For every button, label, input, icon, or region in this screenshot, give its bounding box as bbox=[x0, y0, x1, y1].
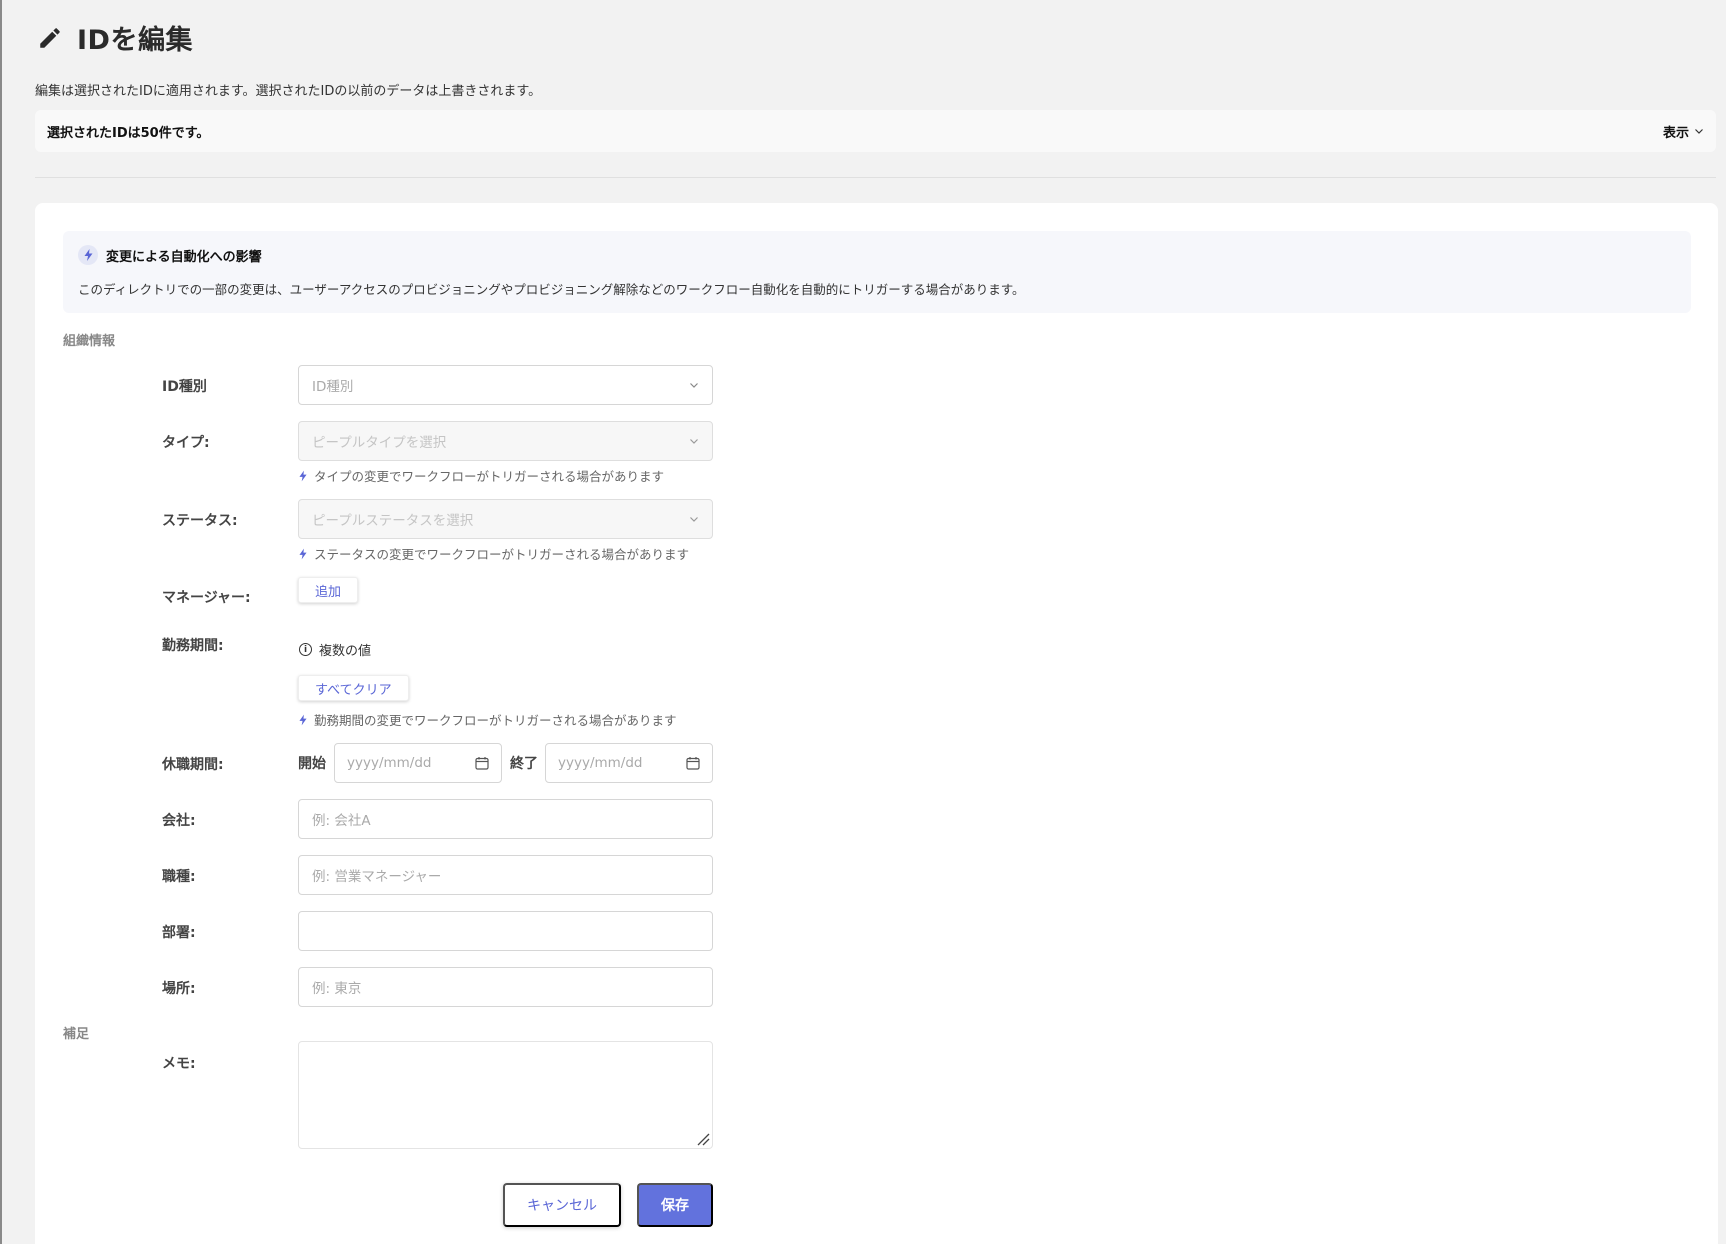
memo-label: メモ: bbox=[162, 1056, 196, 1072]
job-title-placeholder: 例: 営業マネージャー bbox=[312, 869, 442, 885]
leave-end-placeholder: yyyy/mm/dd bbox=[558, 755, 643, 771]
id-type-label: ID種別 bbox=[162, 379, 207, 395]
chevron-down-icon bbox=[690, 517, 698, 522]
leave-start-label: 開始 bbox=[298, 756, 326, 772]
calendar-icon[interactable] bbox=[475, 756, 489, 770]
clear-all-button[interactable]: すべてクリア bbox=[298, 675, 409, 701]
cancel-button[interactable]: キャンセル bbox=[503, 1183, 621, 1227]
job-title-input[interactable]: 例: 営業マネージャー bbox=[298, 855, 713, 895]
location-input[interactable]: 例: 東京 bbox=[298, 967, 713, 1007]
notice-title: 変更による自動化への影響 bbox=[106, 249, 262, 265]
status-placeholder: ピープルステータスを選択 bbox=[312, 513, 474, 529]
bolt-icon bbox=[78, 245, 98, 265]
divider bbox=[35, 177, 1716, 178]
employment-multiple-values: i 複数の値 bbox=[299, 640, 371, 659]
notice-body: このディレクトリでの一部の変更は、ユーザーアクセスのプロビジョニングやプロビジョ… bbox=[78, 282, 1025, 297]
status-hint-text: ステータスの変更でワークフローがトリガーされる場合があります bbox=[314, 547, 690, 562]
bolt-icon bbox=[299, 470, 307, 481]
employment-label: 勤務期間: bbox=[162, 638, 224, 654]
section-org-info: 組織情報 bbox=[63, 334, 116, 349]
bolt-icon bbox=[299, 714, 307, 725]
location-label: 場所: bbox=[162, 981, 196, 997]
location-placeholder: 例: 東京 bbox=[312, 981, 362, 997]
pencil-icon bbox=[35, 23, 65, 53]
save-button[interactable]: 保存 bbox=[637, 1183, 713, 1227]
chevron-down-icon bbox=[690, 383, 698, 388]
chevron-down-icon bbox=[690, 439, 698, 444]
type-select[interactable]: ピープルタイプを選択 bbox=[298, 421, 713, 461]
department-input[interactable] bbox=[298, 911, 713, 951]
bolt-icon bbox=[299, 548, 307, 559]
type-hint: タイプの変更でワークフローがトリガーされる場合があります bbox=[299, 466, 664, 485]
page-description: 編集は選択されたIDに適用されます。選択されたIDの以前のデータは上書きされます… bbox=[35, 84, 542, 99]
company-input[interactable]: 例: 会社A bbox=[298, 799, 713, 839]
type-label: タイプ: bbox=[162, 435, 210, 451]
automation-notice: 変更による自動化への影響 このディレクトリでの一部の変更は、ユーザーアクセスのプ… bbox=[63, 231, 1691, 313]
type-placeholder: ピープルタイプを選択 bbox=[312, 435, 447, 451]
employment-info-text: 複数の値 bbox=[319, 644, 372, 659]
id-type-select[interactable]: ID種別 bbox=[298, 365, 713, 405]
id-type-placeholder: ID種別 bbox=[312, 379, 354, 395]
notice-header: 変更による自動化への影響 bbox=[78, 245, 262, 265]
employment-hint-text: 勤務期間の変更でワークフローがトリガーされる場合があります bbox=[314, 713, 677, 728]
resize-grip-icon[interactable] bbox=[696, 1132, 710, 1146]
company-label: 会社: bbox=[162, 813, 196, 829]
page-header: IDを編集 bbox=[35, 18, 193, 57]
leave-start-date[interactable]: yyyy/mm/dd bbox=[334, 743, 502, 783]
edit-form-card: 変更による自動化への影響 このディレクトリでの一部の変更は、ユーザーアクセスのプ… bbox=[35, 203, 1718, 1244]
status-label: ステータス: bbox=[162, 513, 238, 529]
leave-end-label: 終了 bbox=[510, 756, 538, 772]
job-title-label: 職種: bbox=[162, 869, 196, 885]
department-label: 部署: bbox=[162, 925, 196, 941]
selected-count-text: 選択されたIDは50件です。 bbox=[47, 125, 210, 141]
leave-label: 休職期間: bbox=[162, 757, 224, 773]
chevron-down-icon bbox=[1695, 129, 1703, 134]
selected-ids-bar: 選択されたIDは50件です。 表示 bbox=[35, 110, 1716, 152]
leave-end-date[interactable]: yyyy/mm/dd bbox=[545, 743, 713, 783]
add-manager-button[interactable]: 追加 bbox=[298, 577, 359, 603]
status-select[interactable]: ピープルステータスを選択 bbox=[298, 499, 713, 539]
calendar-icon[interactable] bbox=[686, 756, 700, 770]
window-edge bbox=[0, 0, 2, 1244]
page-title: IDを編集 bbox=[77, 25, 193, 56]
info-icon: i bbox=[299, 643, 312, 656]
status-hint: ステータスの変更でワークフローがトリガーされる場合があります bbox=[299, 544, 689, 563]
manager-label: マネージャー: bbox=[162, 590, 251, 606]
type-hint-text: タイプの変更でワークフローがトリガーされる場合があります bbox=[314, 469, 665, 484]
company-placeholder: 例: 会社A bbox=[312, 813, 371, 829]
show-toggle-label: 表示 bbox=[1662, 125, 1689, 141]
leave-start-placeholder: yyyy/mm/dd bbox=[347, 755, 432, 771]
section-supplement: 補足 bbox=[63, 1027, 90, 1042]
employment-hint: 勤務期間の変更でワークフローがトリガーされる場合があります bbox=[299, 710, 677, 729]
show-selected-toggle[interactable]: 表示 bbox=[1663, 122, 1704, 141]
memo-textarea[interactable] bbox=[298, 1041, 713, 1149]
